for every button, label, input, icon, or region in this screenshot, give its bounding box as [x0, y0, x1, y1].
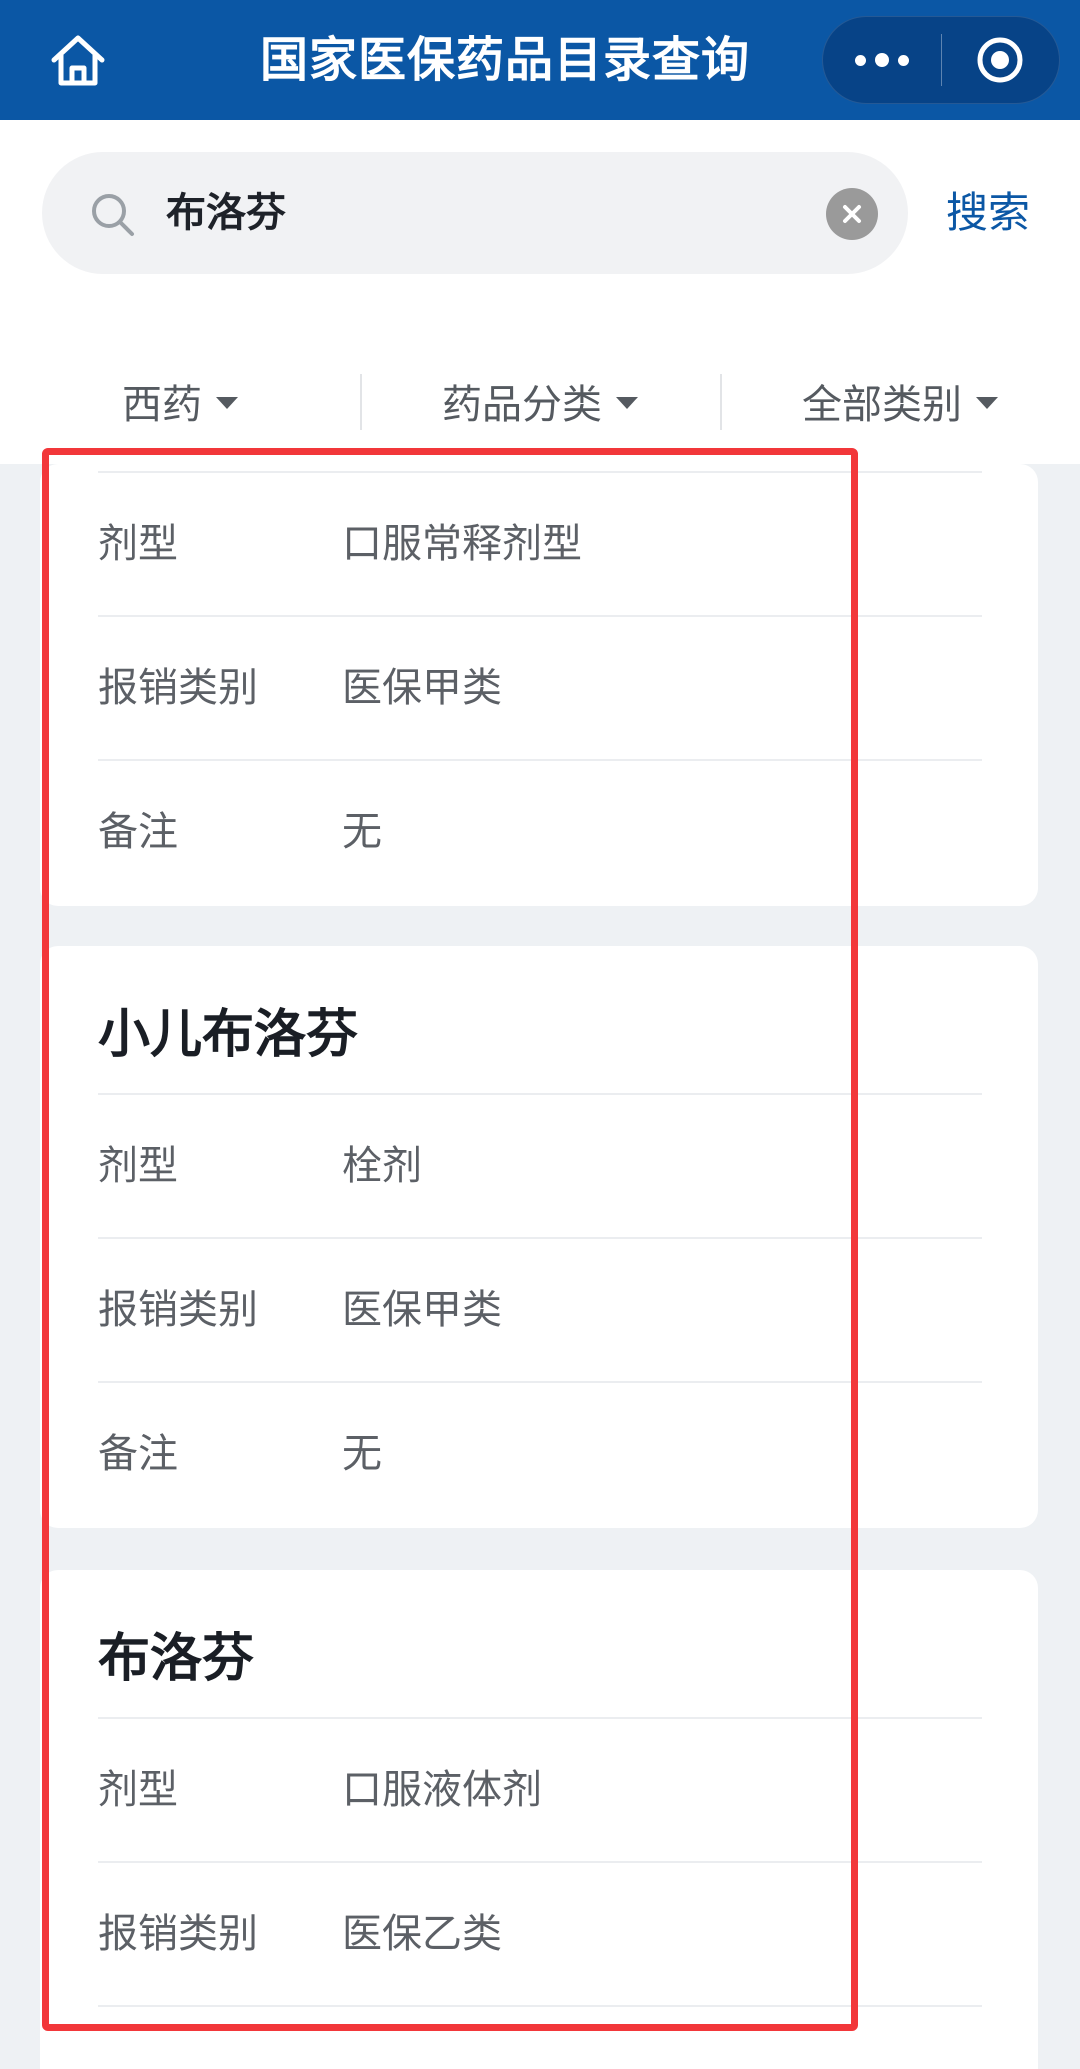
more-dots-icon	[854, 53, 909, 67]
filter-reimbursement-type[interactable]: 全部类别	[720, 338, 1080, 464]
filter-drug-category[interactable]: 药品分类	[360, 338, 720, 464]
close-miniprogram-button[interactable]	[941, 16, 1059, 104]
clear-button[interactable]	[826, 188, 878, 240]
filter-label: 全部类别	[802, 382, 962, 428]
row-label: 剂型	[98, 1143, 178, 1189]
drug-card[interactable]: 布洛芬 剂型 口服液体剂 报销类别 医保乙类	[40, 1570, 1038, 2069]
remark-row: 备注 无	[98, 759, 982, 903]
filter-label: 药品分类	[442, 382, 602, 428]
dosage-form-row: 剂型 栓剂	[98, 1093, 982, 1237]
target-icon	[977, 37, 1023, 83]
mini-program-capsule	[822, 16, 1060, 104]
filter-label: 西药	[122, 382, 202, 428]
row-divider	[98, 2005, 982, 2069]
row-label: 备注	[98, 1431, 178, 1477]
row-value: 医保甲类	[342, 665, 502, 711]
row-label: 剂型	[98, 1767, 178, 1813]
drug-name: 小儿布洛芬	[98, 1005, 359, 1065]
home-button[interactable]	[40, 28, 116, 94]
row-value: 栓剂	[342, 1143, 422, 1189]
caret-down-icon	[616, 397, 638, 409]
page-title: 国家医保药品目录查询	[260, 32, 751, 88]
filter-bar: 西药 药品分类 全部类别	[0, 338, 1080, 464]
row-label: 剂型	[98, 521, 178, 567]
search-input[interactable]: 布洛芬	[42, 152, 908, 274]
reimbursement-row: 报销类别 医保甲类	[98, 1237, 982, 1381]
row-value: 口服液体剂	[342, 1767, 542, 1813]
row-value: 无	[342, 809, 382, 855]
search-input-value[interactable]: 布洛芬	[166, 152, 286, 274]
dosage-form-row: 剂型 口服液体剂	[98, 1717, 982, 1861]
caret-down-icon	[976, 397, 998, 409]
search-icon	[92, 194, 134, 236]
drug-name: 布洛芬	[98, 1629, 255, 1689]
filter-drug-type[interactable]: 西药	[0, 338, 360, 464]
row-label: 报销类别	[98, 665, 258, 711]
more-button[interactable]	[823, 16, 941, 104]
drug-card[interactable]: 小儿布洛芬 剂型 栓剂 报销类别 医保甲类 备注 无	[40, 946, 1038, 1528]
row-label: 报销类别	[98, 1911, 258, 1957]
row-value: 口服常释剂型	[342, 521, 582, 567]
remark-row: 备注 无	[98, 1381, 982, 1525]
row-value: 医保甲类	[342, 1287, 502, 1333]
reimbursement-row: 报销类别 医保乙类	[98, 1861, 982, 2005]
home-icon	[51, 35, 105, 86]
search-button[interactable]: 搜索	[946, 152, 1030, 274]
caret-down-icon	[216, 397, 238, 409]
row-value: 无	[342, 1431, 382, 1477]
dosage-form-row: 剂型 口服常释剂型	[98, 471, 982, 615]
row-label: 备注	[98, 809, 178, 855]
reimbursement-row: 报销类别 医保甲类	[98, 615, 982, 759]
navigation-bar: 国家医保药品目录查询	[0, 0, 1080, 120]
drug-card[interactable]: 剂型 口服常释剂型 报销类别 医保甲类 备注 无	[40, 464, 1038, 906]
search-area: 布洛芬 搜索 西药 药品分类 全部类别	[0, 120, 1080, 464]
clear-icon	[843, 205, 861, 223]
row-label: 报销类别	[98, 1287, 258, 1333]
row-value: 医保乙类	[342, 1911, 502, 1957]
